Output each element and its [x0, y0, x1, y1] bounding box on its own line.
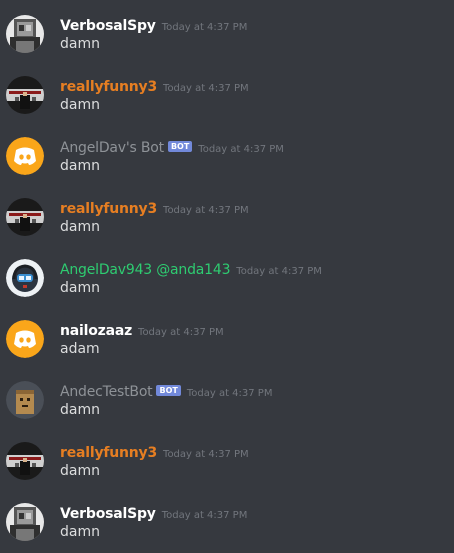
suited-figure-icon	[6, 76, 44, 114]
author-name[interactable]: AngelDav943 @anda143	[60, 262, 230, 278]
message-content: damn	[60, 158, 100, 174]
headset-character-icon	[6, 259, 44, 297]
timestamp[interactable]: Today at 4:37 PM	[163, 83, 249, 94]
timestamp[interactable]: Today at 4:37 PM	[187, 388, 273, 399]
avatar[interactable]	[6, 137, 44, 175]
message: reallyfunny3 Today at 4:37 PM damn	[0, 197, 454, 253]
message: reallyfunny3 Today at 4:37 PM damn	[0, 441, 454, 497]
message-content: adam	[60, 341, 100, 357]
cardboard-box-icon	[6, 381, 44, 419]
timestamp[interactable]: Today at 4:37 PM	[198, 144, 284, 155]
message: VerbosalSpy Today at 4:37 PM damn	[0, 502, 454, 553]
timestamp[interactable]: Today at 4:37 PM	[162, 510, 248, 521]
avatar[interactable]	[6, 259, 44, 297]
message-content: damn	[60, 97, 100, 113]
suited-figure-icon	[6, 198, 44, 236]
author-name[interactable]: VerbosalSpy	[60, 506, 156, 522]
message-content: damn	[60, 463, 100, 479]
message-content: damn	[60, 280, 100, 296]
avatar[interactable]	[6, 503, 44, 541]
message: reallyfunny3 Today at 4:37 PM damn	[0, 75, 454, 131]
message: nailozaaz Today at 4:37 PM adam	[0, 319, 454, 375]
bot-badge: BOT	[167, 141, 193, 152]
avatar[interactable]	[6, 76, 44, 114]
bot-badge: BOT	[156, 385, 181, 396]
avatar[interactable]	[6, 198, 44, 236]
timestamp[interactable]: Today at 4:37 PM	[138, 327, 224, 338]
avatar[interactable]	[6, 442, 44, 480]
author-name[interactable]: reallyfunny3	[60, 79, 157, 95]
discord-logo-icon	[6, 137, 44, 175]
author-name[interactable]: reallyfunny3	[60, 445, 157, 461]
author-name[interactable]: reallyfunny3	[60, 201, 157, 217]
author-name[interactable]: VerbosalSpy	[60, 18, 156, 34]
message: VerbosalSpy Today at 4:37 PM damn	[0, 14, 454, 70]
message-content: damn	[60, 402, 100, 418]
timestamp[interactable]: Today at 4:37 PM	[163, 449, 249, 460]
message: AngelDav943 @anda143 Today at 4:37 PM dam…	[0, 258, 454, 314]
timestamp[interactable]: Today at 4:37 PM	[236, 266, 322, 277]
avatar[interactable]	[6, 381, 44, 419]
chat-messages: VerbosalSpy Today at 4:37 PM damn reallyf…	[0, 0, 454, 553]
pixel-portrait-icon	[6, 15, 44, 53]
timestamp[interactable]: Today at 4:37 PM	[162, 22, 248, 33]
pixel-portrait-icon	[6, 503, 44, 541]
timestamp[interactable]: Today at 4:37 PM	[163, 205, 249, 216]
message-content: damn	[60, 219, 100, 235]
message-content: damn	[60, 524, 100, 540]
author-name[interactable]: nailozaaz	[60, 323, 132, 339]
message-content: damn	[60, 36, 100, 52]
avatar[interactable]	[6, 320, 44, 358]
suited-figure-icon	[6, 442, 44, 480]
avatar[interactable]	[6, 15, 44, 53]
message: AngelDav's Bot BOT Today at 4:37 PM damn	[0, 136, 454, 192]
author-name[interactable]: AndecTestBot	[60, 384, 153, 400]
author-name[interactable]: AngelDav's Bot	[60, 140, 164, 156]
message: AndecTestBot BOT Today at 4:37 PM damn	[0, 380, 454, 436]
discord-logo-icon	[6, 320, 44, 358]
